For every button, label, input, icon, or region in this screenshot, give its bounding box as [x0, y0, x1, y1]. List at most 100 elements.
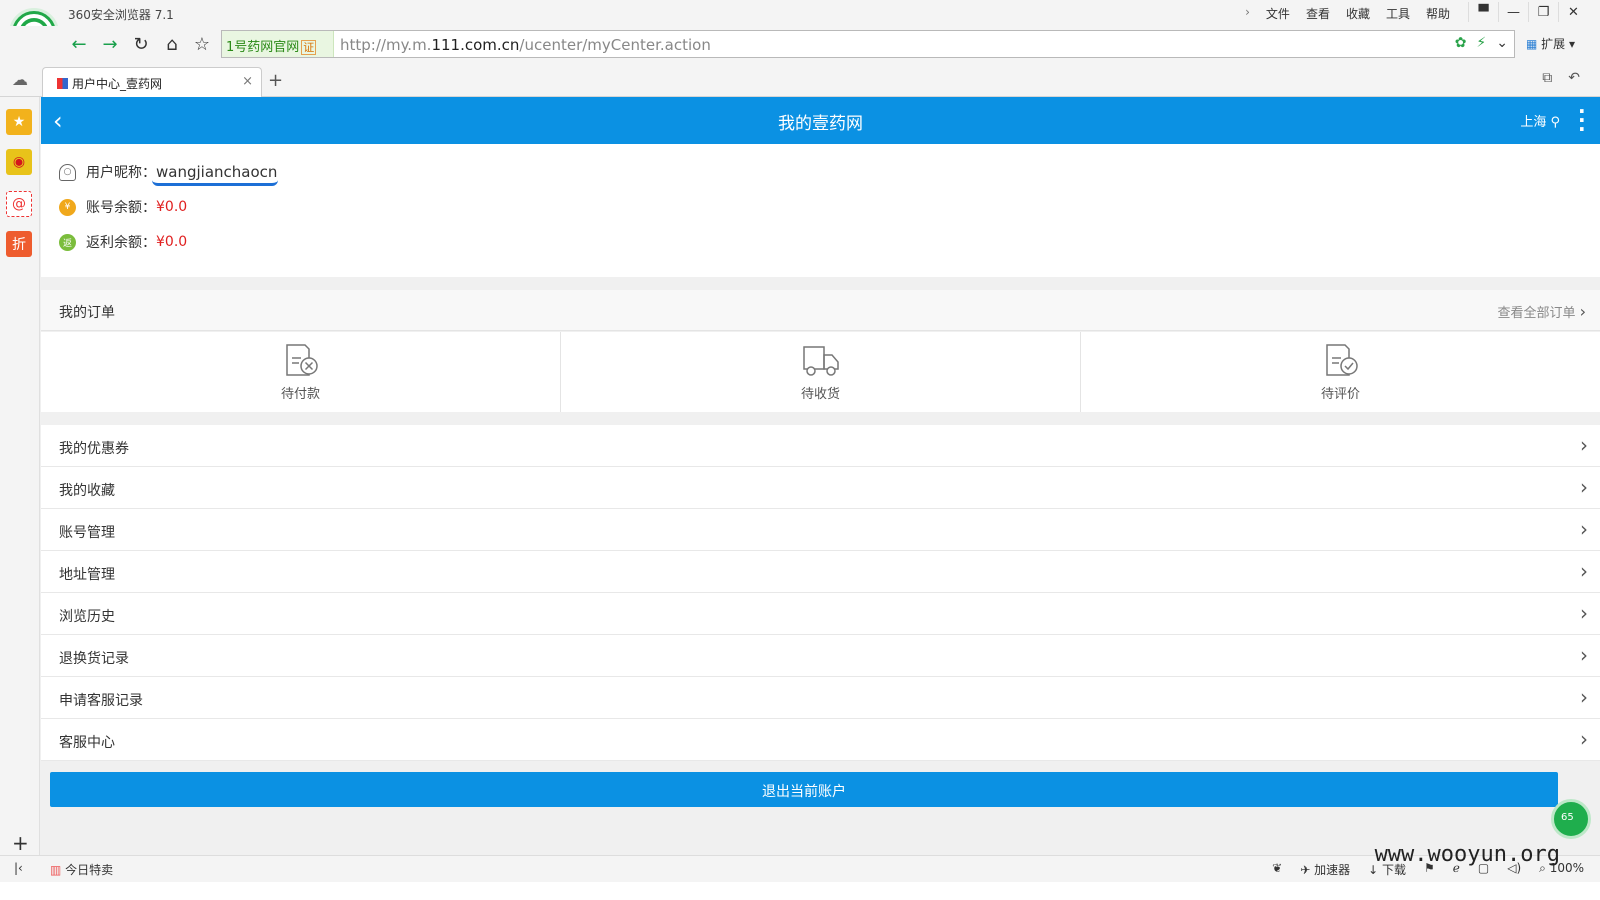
menu-tools[interactable]: 工具 [1386, 5, 1410, 22]
extensions-label: 扩展 [1541, 37, 1566, 51]
more-menu-icon[interactable]: · · · [1578, 101, 1586, 139]
browser-sidebar: ★ ◉ @ 折 + [0, 97, 40, 874]
lightning-icon[interactable]: ⚡ [1476, 35, 1486, 51]
account-menu-list: 我的优惠券 › 我的收藏 › 账号管理 › 地址管理 › 浏览历史 › 退换货记录 › 申请… [41, 425, 1600, 761]
close-tab-icon[interactable]: × [242, 74, 253, 89]
site-header: ‹ 我的壹药网 上海 ⚲ · · · [41, 97, 1600, 144]
today-deals-label: 今日特卖 [65, 863, 114, 877]
nickname-value: wangjianchaocn [156, 163, 278, 181]
browser-menu: › 文件 查看 收藏 工具 帮助 [1245, 5, 1450, 22]
chevron-right-icon: › [1580, 433, 1588, 457]
favorites-star-icon[interactable]: ★ [6, 109, 32, 135]
menu-file[interactable]: 文件 [1266, 5, 1290, 22]
tab-user-center[interactable]: 用户中心_壹药网 × [42, 67, 262, 98]
menu-help[interactable]: 帮助 [1426, 5, 1450, 22]
tab-bar: ☁ 用户中心_壹药网 × + ⧉ ↶ [0, 62, 1600, 98]
menu-item-favorites[interactable]: 我的收藏 › [41, 467, 1600, 509]
skin-icon[interactable]: ▀ [1468, 2, 1498, 22]
order-pending-review[interactable]: 待评价 [1081, 332, 1600, 412]
today-deals-button[interactable]: ▥ 今日特卖 [50, 861, 113, 878]
rebate-label: 返利余额： [86, 235, 156, 251]
url-text[interactable]: http://my.m.111.com.cn/ucenter/myCenter.… [340, 36, 711, 54]
maximize-button[interactable]: ❐ [1528, 2, 1558, 22]
menu-view[interactable]: 查看 [1306, 5, 1330, 22]
restore-tabs-icon[interactable]: ⧉ [1542, 70, 1552, 86]
chevron-right-icon: › [1580, 601, 1588, 625]
nickname-label: 用户昵称： [86, 165, 156, 181]
nickname-row: ○ 用户昵称： wangjianchaocn [59, 162, 277, 182]
city-label: 上海 [1520, 115, 1547, 130]
forward-arrow-icon[interactable]: → [97, 31, 123, 57]
city-selector[interactable]: 上海 ⚲ [1520, 111, 1560, 130]
page-title: 我的壹药网 [778, 114, 863, 134]
menu-item-label: 浏览历史 [59, 609, 115, 625]
status-bar: |‹ ▥ 今日特卖 ❦ ✈ 加速器 ↓ 下载 ⚑ ℯ ▢ ◁) ⌕ 100% [0, 855, 1600, 882]
favicon-icon [57, 78, 68, 89]
menu-item-account[interactable]: 账号管理 › [41, 509, 1600, 551]
security-icon[interactable]: ✿ [1455, 35, 1467, 51]
user-info-panel: ○ 用户昵称： wangjianchaocn ¥ 账号余额： ¥0.0 返 返利… [41, 144, 1600, 277]
balance-label: 账号余额： [86, 200, 156, 216]
star-icon[interactable]: ☆ [189, 31, 215, 57]
menu-item-returns[interactable]: 退换货记录 › [41, 635, 1600, 677]
balance-value: ¥0.0 [156, 199, 188, 215]
user-icon: ○ [59, 163, 76, 181]
extensions-button[interactable]: ▦ 扩展 ▾ [1526, 35, 1575, 52]
orders-header: 我的订单 查看全部订单 › [41, 290, 1600, 331]
chevron-right-icon: › [1580, 643, 1588, 667]
cloud-icon[interactable]: ☁ [12, 70, 28, 89]
leaf-icon[interactable]: ❦ [1272, 861, 1282, 878]
menu-item-label: 账号管理 [59, 525, 115, 541]
mail-icon[interactable]: @ [6, 191, 32, 217]
add-sidebar-item-icon[interactable]: + [12, 831, 29, 855]
chevron-down-icon[interactable]: ⌄ [1496, 35, 1508, 51]
accelerator-label: 加速器 [1314, 863, 1351, 877]
cert-badge: 证 [301, 40, 317, 55]
menu-item-history[interactable]: 浏览历史 › [41, 593, 1600, 635]
minimize-button[interactable]: — [1498, 2, 1528, 22]
menu-item-label: 申请客服记录 [59, 693, 143, 709]
new-tab-button[interactable]: + [268, 70, 283, 91]
pending-review-label: 待评价 [1320, 387, 1360, 402]
accelerator-button[interactable]: ✈ 加速器 [1300, 861, 1350, 878]
back-arrow-icon[interactable]: ← [66, 31, 92, 57]
close-button[interactable]: ✕ [1558, 2, 1588, 22]
site-verified-badge[interactable]: 1号药网官网证 [222, 31, 334, 57]
url-domain: 111.com.cn [431, 36, 520, 54]
address-toolbar: ← → ↻ ⌂ ☆ 1号药网官网证 http://my.m.111.com.cn… [0, 26, 1600, 62]
window-controls: ▀ — ❐ ✕ [1468, 2, 1588, 22]
menu-item-service-center[interactable]: 客服中心 › [41, 719, 1600, 761]
chevron-right-icon: › [1580, 685, 1588, 709]
chevron-right-icon[interactable]: › [1245, 5, 1250, 22]
address-bar[interactable]: 1号药网官网证 http://my.m.111.com.cn/ucenter/m… [221, 30, 1515, 58]
undo-close-icon[interactable]: ↶ [1568, 70, 1580, 86]
screen-bottom-strip [0, 882, 1600, 900]
site-badge-label: 1号药网官网 [226, 40, 300, 55]
pending-payment-icon [285, 344, 318, 376]
refresh-icon[interactable]: ↻ [128, 31, 154, 57]
pending-payment-label: 待付款 [280, 387, 320, 402]
menu-item-address[interactable]: 地址管理 › [41, 551, 1600, 593]
menu-item-service-records[interactable]: 申请客服记录 › [41, 677, 1600, 719]
order-pending-receipt[interactable]: 待收货 [561, 332, 1081, 412]
watermark: www.wooyun.org [1374, 842, 1560, 867]
chevron-right-icon: › [1580, 475, 1588, 499]
view-all-orders-link[interactable]: 查看全部订单 › [1497, 302, 1586, 321]
floating-score-badge[interactable]: 65 [1551, 799, 1591, 839]
yen-coin-icon: ¥ [59, 198, 76, 216]
menu-item-label: 我的收藏 [59, 483, 115, 499]
discount-icon[interactable]: 折 [6, 231, 32, 257]
collapse-sidebar-icon[interactable]: |‹ [14, 861, 23, 875]
order-pending-payment[interactable]: 待付款 [41, 332, 561, 412]
view-all-label: 查看全部订单 [1497, 306, 1576, 321]
tab-title: 用户中心_壹药网 [72, 77, 163, 91]
annotation-underline [152, 180, 278, 186]
url-path: /ucenter/myCenter.action [519, 36, 711, 54]
grid-icon: ▦ [1526, 37, 1538, 51]
menu-item-coupons[interactable]: 我的优惠券 › [41, 425, 1600, 467]
chevron-right-icon: › [1580, 517, 1588, 541]
menu-favorites[interactable]: 收藏 [1346, 5, 1370, 22]
weibo-icon[interactable]: ◉ [6, 149, 32, 175]
logout-button[interactable]: 退出当前账户 [50, 772, 1558, 807]
home-icon[interactable]: ⌂ [159, 31, 185, 57]
